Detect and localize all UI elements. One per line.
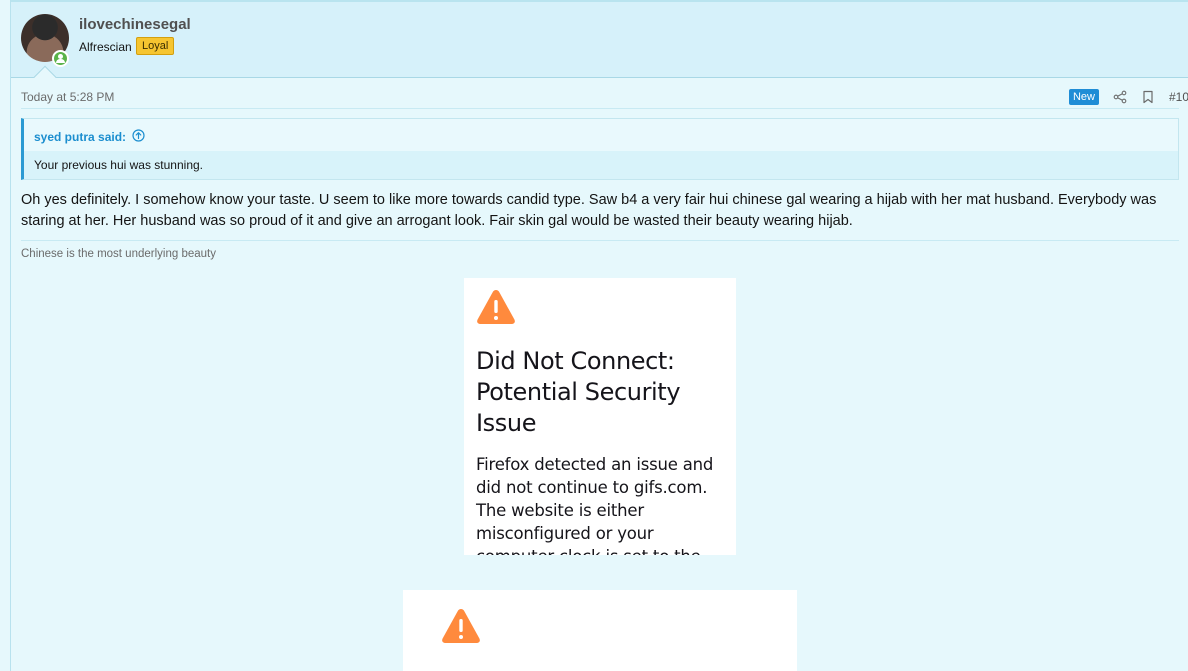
embedded-error-image[interactable]: Did Not Connect: Potential Security Issu…: [464, 278, 736, 555]
warning-icon: [441, 607, 481, 645]
post: ilovechinesegal Alfrescian Loyal Today a…: [10, 0, 1188, 671]
post-actions: New #10: [1068, 89, 1188, 105]
signature-divider: [21, 240, 1179, 241]
user-badge: Loyal: [136, 37, 175, 55]
error-description: Firefox detected an issue and did not co…: [476, 455, 714, 555]
avatar-container[interactable]: [21, 14, 69, 67]
post-meta: Today at 5:28 PM New #10: [21, 89, 1188, 108]
warning-icon: [476, 288, 516, 326]
user-title: Alfrescian: [79, 40, 132, 54]
post-header: ilovechinesegal Alfrescian Loyal: [11, 0, 1188, 78]
user-online-icon: [52, 50, 69, 67]
post-date[interactable]: Today at 5:28 PM: [21, 90, 114, 104]
arrow-up-circle-icon[interactable]: [132, 129, 145, 145]
quote-block: syed putra said: Your previous hui was s…: [21, 118, 1179, 180]
post-number-link[interactable]: #10: [1169, 90, 1188, 104]
quote-author[interactable]: syed putra said:: [34, 130, 126, 144]
quote-author-link[interactable]: syed putra said:: [34, 129, 145, 145]
username[interactable]: ilovechinesegal: [79, 16, 191, 33]
divider: [21, 108, 1179, 109]
embedded-error-image[interactable]: [403, 590, 797, 671]
message-body: Oh yes definitely. I somehow know your t…: [21, 192, 1157, 229]
new-badge: New: [1068, 89, 1099, 105]
quote-text: Your previous hui was stunning.: [24, 151, 1178, 179]
error-title: Did Not Connect: Potential Security Issu…: [476, 347, 681, 437]
share-icon[interactable]: [1113, 90, 1127, 104]
signature: Chinese is the most underlying beauty: [21, 248, 216, 260]
bookmark-icon[interactable]: [1141, 90, 1155, 104]
